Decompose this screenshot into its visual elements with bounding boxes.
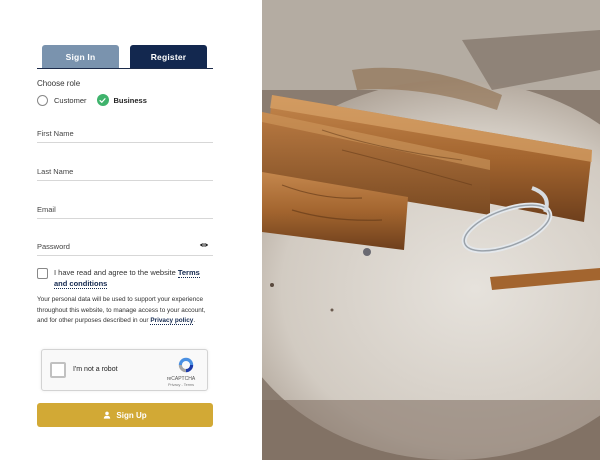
eye-icon[interactable] — [199, 240, 209, 250]
password-field — [37, 236, 213, 256]
last-name-input[interactable] — [37, 162, 213, 181]
email-input[interactable] — [37, 200, 213, 219]
privacy-notice: Your personal data will be used to suppo… — [37, 296, 206, 325]
palo-santo-ring-image — [262, 0, 600, 460]
privacy-policy-link[interactable]: Privacy policy — [150, 317, 194, 325]
last-name-field — [37, 161, 213, 181]
hero-photo — [262, 0, 600, 460]
recaptcha-terms[interactable]: Privacy - Terms — [161, 383, 201, 387]
password-input[interactable] — [37, 237, 213, 256]
tab-sign-in[interactable]: Sign In — [42, 45, 119, 68]
choose-role-label: Choose role — [37, 79, 81, 88]
auth-tabs: Sign In Register — [37, 45, 213, 69]
role-label-business: Business — [113, 95, 147, 105]
user-icon — [104, 411, 111, 419]
role-selector: Customer Business — [37, 94, 157, 106]
terms-agreement: I have read and agree to the website Ter… — [37, 267, 213, 289]
sign-up-label: Sign Up — [116, 410, 147, 420]
radio-business-checked[interactable] — [96, 94, 109, 106]
recaptcha-label: I'm not a robot — [73, 366, 118, 373]
recaptcha-brand: reCAPTCHA — [166, 376, 196, 382]
role-label-customer: Customer — [54, 95, 87, 105]
register-form-panel: Sign In Register Choose role Customer Bu… — [0, 0, 262, 460]
sign-up-button[interactable]: Sign Up — [37, 403, 213, 427]
recaptcha-widget: I'm not a robot reCAPTCHA Privacy - Term… — [41, 349, 208, 391]
terms-text: I have read and agree to the website Ter… — [54, 268, 200, 289]
first-name-input[interactable] — [37, 124, 213, 143]
terms-checkbox[interactable] — [37, 268, 48, 279]
recaptcha-icon — [178, 357, 194, 373]
radio-customer[interactable] — [37, 94, 48, 106]
recaptcha-checkbox[interactable] — [50, 362, 66, 378]
tab-register[interactable]: Register — [130, 45, 207, 68]
email-field — [37, 199, 213, 219]
check-icon — [99, 97, 106, 103]
first-name-field — [37, 123, 213, 143]
